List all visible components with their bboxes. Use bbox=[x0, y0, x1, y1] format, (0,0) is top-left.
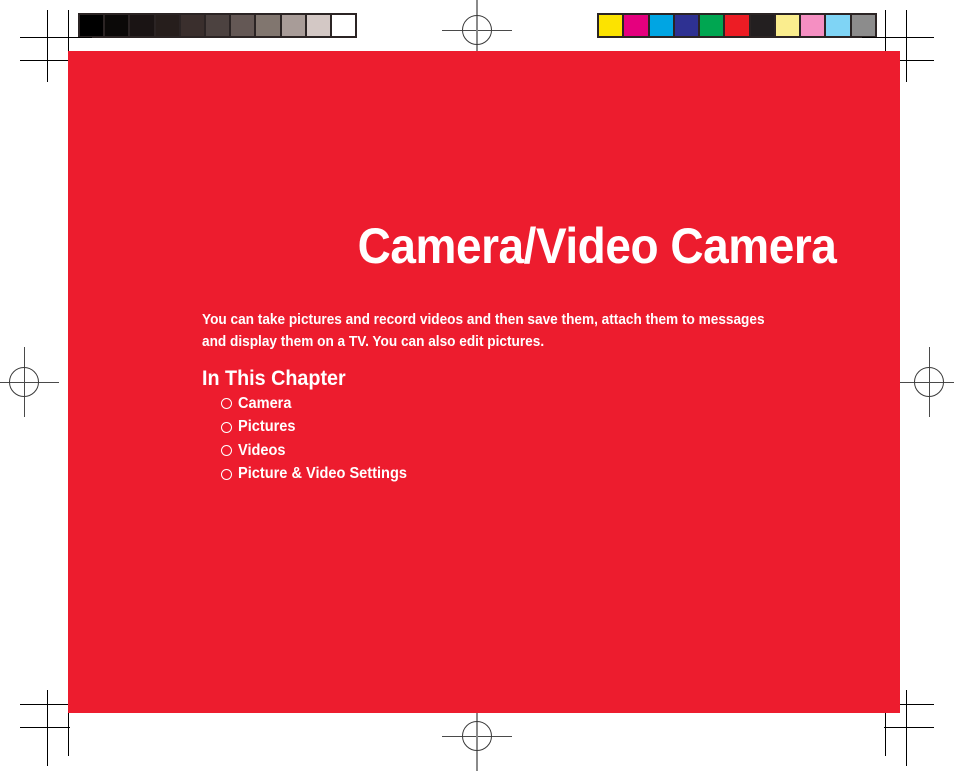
chapter-item-label: Camera bbox=[238, 394, 292, 412]
circle-bullet-icon bbox=[221, 445, 232, 457]
chapter-intro-text: You can take pictures and record videos … bbox=[202, 311, 765, 350]
crop-mark-icon bbox=[20, 727, 70, 728]
color-swatch-4 bbox=[700, 15, 724, 36]
grayscale-swatch-2 bbox=[130, 15, 154, 36]
color-swatch-1 bbox=[624, 15, 648, 36]
crop-mark-icon bbox=[884, 727, 934, 728]
color-swatch-3 bbox=[674, 15, 699, 36]
grayscale-swatch-5 bbox=[205, 15, 230, 36]
color-swatch-0 bbox=[599, 15, 623, 36]
registration-ring bbox=[9, 367, 39, 397]
crop-mark-icon bbox=[47, 690, 48, 766]
grayscale-swatch-8 bbox=[281, 15, 305, 36]
crop-mark-icon bbox=[862, 37, 934, 38]
grayscale-swatch-9 bbox=[306, 15, 330, 36]
grayscale-swatch-1 bbox=[105, 15, 129, 36]
circle-bullet-icon bbox=[221, 421, 232, 433]
crop-mark-icon bbox=[906, 690, 907, 766]
chapter-item-label: Picture & Video Settings bbox=[238, 465, 407, 483]
color-swatch-7 bbox=[775, 15, 800, 36]
color-swatch-8 bbox=[801, 15, 825, 36]
list-item[interactable]: Picture & Video Settings bbox=[221, 463, 418, 487]
color-swatch-2 bbox=[649, 15, 673, 36]
chapter-item-label: Videos bbox=[238, 441, 286, 459]
crop-mark-icon bbox=[20, 37, 92, 38]
chapter-opener-panel: Camera/Video Camera You can take picture… bbox=[68, 51, 900, 713]
grayscale-swatch-0 bbox=[80, 15, 104, 36]
color-swatch-6 bbox=[750, 15, 774, 36]
crop-mark-icon bbox=[47, 10, 48, 82]
grayscale-swatch-3 bbox=[155, 15, 179, 36]
color-swatch-5 bbox=[725, 15, 749, 36]
circle-bullet-icon bbox=[221, 468, 232, 480]
registration-ring bbox=[914, 367, 944, 397]
grayscale-swatch-6 bbox=[231, 15, 255, 36]
page-title: Camera/Video Camera bbox=[357, 217, 836, 274]
grayscale-swatch-10 bbox=[331, 15, 356, 36]
chapter-contents-list: Camera Pictures Videos Picture & Video S… bbox=[221, 392, 418, 486]
circle-bullet-icon bbox=[221, 398, 232, 410]
grayscale-swatch-7 bbox=[256, 15, 280, 36]
registration-ring bbox=[462, 15, 492, 45]
crop-mark-icon bbox=[20, 60, 70, 61]
list-item[interactable]: Camera bbox=[221, 392, 418, 416]
color-calibration-strip bbox=[597, 13, 877, 38]
chapter-item-label: Pictures bbox=[238, 418, 296, 436]
color-swatch-9 bbox=[826, 15, 850, 36]
grayscale-calibration-strip bbox=[78, 13, 357, 38]
crop-mark-icon bbox=[906, 10, 907, 82]
grayscale-swatch-4 bbox=[180, 15, 204, 36]
list-item[interactable]: Videos bbox=[221, 439, 418, 463]
registration-ring bbox=[462, 721, 492, 751]
in-this-chapter-heading: In This Chapter bbox=[202, 367, 346, 391]
color-swatch-10 bbox=[851, 15, 875, 36]
list-item[interactable]: Pictures bbox=[221, 416, 418, 440]
